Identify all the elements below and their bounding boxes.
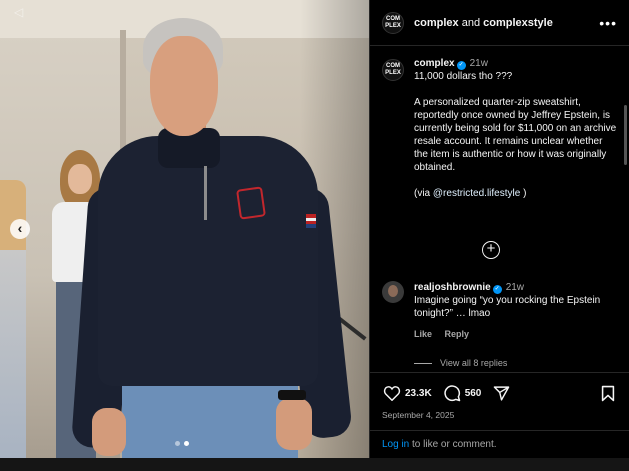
caption-time[interactable]: 21w [470,58,488,69]
view-replies-label: View all 8 replies [440,358,508,368]
carousel-dot [175,441,180,446]
caption-body: complex ✓ 21w 11,000 dollars tho ??? A per… [414,57,618,200]
comment-time[interactable]: 21w [506,282,524,293]
authors-conjunction: and [461,16,481,29]
comment-like-button[interactable]: Like [414,329,432,339]
page-background-strip [0,458,629,471]
photo-subject [70,18,353,458]
previous-media-button[interactable]: ‹ [10,219,30,239]
login-prompt: Log in to like or comment. [370,430,629,458]
account-avatar[interactable]: COM PLEX [382,11,404,34]
author-link[interactable]: complex [414,17,459,29]
photo-face [150,36,218,136]
avatar-text: COM [385,15,400,22]
post-actions: 23.3K 560 September 4, 2025 [370,372,629,420]
like-count[interactable]: 23.3K [405,388,432,399]
carousel-dot-active [184,441,189,446]
comments-scrollbar[interactable] [624,105,627,165]
comment-item: realjoshbrownie ✓ 21w Imagine going “yo yo… [382,281,622,341]
post-header: COM PLEX complex and complexstyle ••• [370,0,629,46]
carousel-dots [175,441,189,446]
comment-reply-button[interactable]: Reply [445,329,470,339]
action-icons: 23.3K 560 [382,383,618,403]
post-side-panel: COM PLEX complex and complexstyle ••• COM… [369,0,629,458]
comment-count[interactable]: 560 [465,388,482,399]
caption-username[interactable]: complex [414,58,455,69]
comment-icon[interactable] [442,383,462,403]
photo-zipper [204,166,207,220]
photo-jeans [122,378,298,458]
watermark-icon: ◁ [14,5,24,19]
comment-body: realjoshbrownie ✓ 21w Imagine going “yo yo… [414,281,614,341]
mention-link[interactable]: @restricted.lifestyle [433,188,520,199]
via-prefix: (via [414,188,431,199]
photo-sweatshirt [98,136,318,386]
comment-actions: Like Reply [414,328,614,341]
caption-line1: 11,000 dollars tho ??? [414,71,513,82]
caption-avatar[interactable]: COM PLEX [382,59,404,81]
comments-section[interactable]: COM PLEX complex ✓ 21w 11,000 dollars tho ?… [370,47,629,372]
post-date[interactable]: September 4, 2025 [382,410,618,420]
avatar-text: PLEX [385,22,401,29]
comment-text: Imagine going “yo you rocking the Epstei… [414,295,601,319]
view-replies-button[interactable]: View all 8 replies [414,358,507,368]
bookmark-icon[interactable] [598,383,618,403]
avatar-text: COM [385,63,400,69]
avatar-text: PLEX [385,70,401,76]
view-replies-line [414,362,432,364]
via-suffix: ) [523,188,527,199]
commenter-avatar[interactable] [382,281,404,303]
photo-monogram [236,186,266,220]
login-text: to like or comment. [409,439,497,450]
post-authors: complex and complexstyle [414,17,599,29]
share-icon[interactable] [491,383,511,403]
post-caption: COM PLEX complex ✓ 21w 11,000 dollars tho ?… [370,47,629,200]
post-media[interactable]: ◁ ‹ [0,0,369,458]
login-link[interactable]: Log in [382,439,409,450]
photo-flag-patch [306,214,316,228]
load-more-comments-icon[interactable]: + [482,241,500,259]
post-modal: ◁ ‹ COM PLEX complex and complexstyle •••… [0,0,629,458]
photo-watch [278,390,306,400]
caption-text: A personalized quarter-zip sweatshirt, r… [414,97,617,173]
heart-icon[interactable] [382,383,402,403]
commenter-username[interactable]: realjoshbrownie [414,282,491,293]
verified-badge-icon: ✓ [456,61,466,70]
more-horizontal-icon[interactable]: ••• [599,15,617,31]
verified-badge-icon: ✓ [492,285,502,294]
caption-via: (via @restricted.lifestyle ) [414,187,618,200]
coauthor-link[interactable]: complexstyle [483,17,553,29]
